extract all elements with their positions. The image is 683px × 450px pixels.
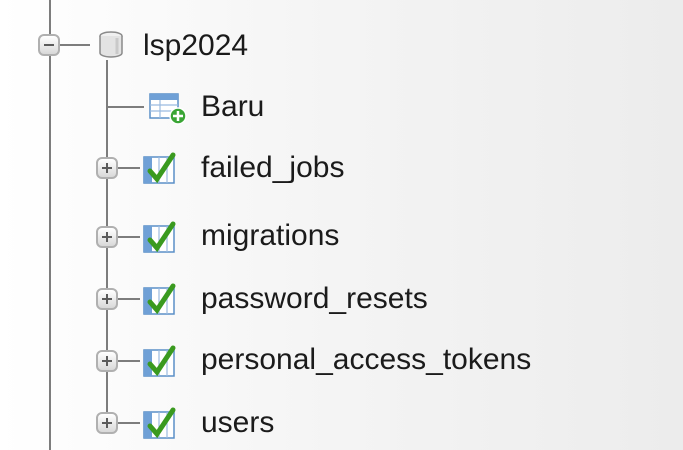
table-name[interactable]: migrations — [201, 218, 339, 254]
expand-button[interactable] — [96, 350, 118, 372]
navigation-tree-panel: lsp2024 Baru failed_jobs migrations pass… — [0, 0, 683, 450]
table-icon — [143, 345, 176, 377]
tree-connector — [118, 236, 140, 238]
tree-connector — [118, 422, 140, 424]
table-name[interactable]: password_resets — [201, 281, 428, 317]
table-name[interactable]: failed_jobs — [201, 150, 344, 186]
table-icon — [143, 407, 176, 439]
tree-connector — [49, 0, 51, 6]
tree-connector — [118, 298, 140, 300]
table-icon — [143, 152, 176, 184]
expand-button[interactable] — [96, 157, 118, 179]
expand-button[interactable] — [96, 288, 118, 310]
expand-button[interactable] — [96, 412, 118, 434]
new-item-label[interactable]: Baru — [201, 89, 264, 125]
new-table-icon — [149, 93, 187, 125]
tree-connector — [49, 0, 51, 450]
table-icon — [143, 221, 176, 253]
minus-icon — [44, 44, 54, 46]
collapse-button[interactable] — [38, 34, 60, 56]
tree-connector — [106, 106, 144, 108]
database-name[interactable]: lsp2024 — [143, 28, 248, 64]
expand-button[interactable] — [96, 226, 118, 248]
table-name[interactable]: personal_access_tokens — [201, 342, 531, 378]
tree-connector — [118, 360, 140, 362]
table-name[interactable]: users — [201, 405, 274, 441]
tree-connector — [118, 167, 140, 169]
database-icon — [99, 31, 123, 58]
tree-connector — [60, 44, 90, 46]
table-icon — [143, 283, 176, 315]
